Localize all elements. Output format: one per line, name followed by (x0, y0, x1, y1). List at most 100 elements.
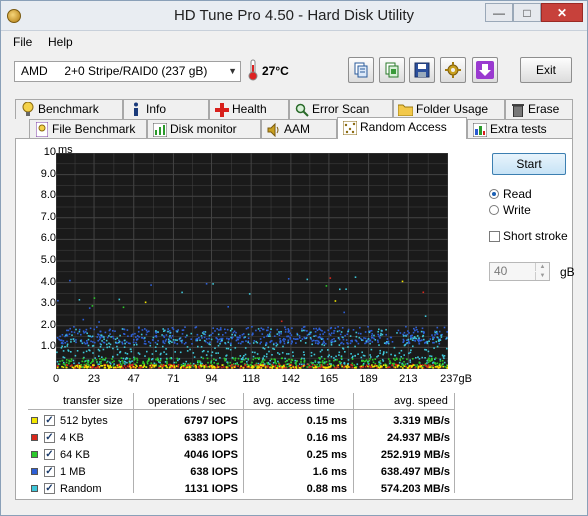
data-point (409, 351, 412, 354)
tab-error-scan[interactable]: Error Scan (289, 99, 393, 119)
short-stroke-checkbox[interactable] (489, 231, 500, 242)
short-stroke-label[interactable]: Short stroke (503, 229, 568, 243)
data-point (292, 355, 294, 357)
data-point (263, 355, 266, 357)
series-checkbox[interactable]: ✓ (44, 415, 55, 426)
data-point-outlier (91, 305, 94, 307)
minimize-button[interactable]: — (485, 3, 513, 22)
drive-select[interactable]: AMD 2+0 Stripe/RAID0 (237 gB) ▼ (14, 61, 241, 82)
data-point (252, 355, 255, 358)
exit-button[interactable]: Exit (520, 57, 572, 83)
y-axis-labels: 10 9.0 8.0 7.0 6.0 5.0 4.0 3.0 2.0 1.0 (32, 139, 56, 369)
read-label[interactable]: Read (503, 187, 532, 201)
data-point (378, 328, 380, 331)
data-point (346, 364, 349, 367)
tab-health[interactable]: Health (209, 99, 289, 119)
data-point (385, 366, 387, 369)
data-point (363, 337, 365, 339)
data-point (406, 342, 408, 344)
tab-info[interactable]: Info (123, 99, 209, 119)
data-point (287, 328, 289, 330)
spin-up-icon[interactable]: ▲ (535, 263, 549, 271)
data-point (156, 359, 159, 362)
copy-screen-button[interactable] (379, 57, 405, 83)
menu-file[interactable]: File (13, 35, 32, 49)
data-point (440, 334, 442, 337)
title-bar[interactable]: HD Tune Pro 4.50 - Hard Disk Utility — □… (1, 1, 587, 31)
data-point (299, 367, 302, 369)
data-point (144, 328, 146, 330)
data-point (236, 336, 238, 339)
data-point-outlier (343, 311, 345, 314)
tab-aam[interactable]: AAM (261, 119, 337, 139)
menu-help[interactable]: Help (48, 35, 73, 49)
maximize-button[interactable]: □ (513, 3, 541, 22)
data-point (422, 335, 424, 338)
data-point (104, 357, 107, 359)
series-checkbox[interactable]: ✓ (44, 483, 55, 494)
data-point (92, 341, 94, 343)
close-button[interactable]: ✕ (541, 3, 583, 22)
data-point (169, 357, 172, 360)
write-label[interactable]: Write (503, 203, 531, 217)
data-point (231, 328, 233, 330)
data-point (231, 367, 233, 369)
tab-random-access[interactable]: Random Access (337, 117, 467, 139)
save-button[interactable] (409, 57, 435, 83)
series-checkbox[interactable]: ✓ (44, 449, 55, 460)
options-button[interactable] (440, 57, 466, 83)
data-point (389, 360, 391, 362)
data-point (97, 363, 99, 366)
data-point (333, 330, 336, 332)
data-point (317, 340, 320, 342)
data-point (114, 366, 117, 369)
download-button[interactable] (472, 57, 498, 83)
data-point (106, 361, 108, 364)
data-point (126, 361, 128, 364)
data-point (57, 365, 59, 367)
y-tick-label: 9.0 (40, 167, 56, 180)
tab-benchmark[interactable]: Benchmark (15, 99, 123, 119)
data-point (318, 341, 321, 344)
data-point (150, 366, 153, 369)
tab-erase[interactable]: Erase (505, 99, 573, 119)
data-point (369, 340, 371, 342)
write-radio[interactable] (489, 205, 499, 215)
data-point (69, 365, 72, 367)
series-checkbox[interactable]: ✓ (44, 432, 55, 443)
data-point (446, 366, 448, 369)
data-point (385, 351, 388, 354)
data-point (138, 353, 141, 355)
series-checkbox[interactable]: ✓ (44, 466, 55, 477)
data-point (417, 356, 419, 358)
data-point (135, 364, 137, 367)
data-point (432, 362, 434, 364)
tab-file-benchmark[interactable]: File Benchmark (29, 119, 147, 139)
data-point (267, 326, 269, 329)
tab-disk-monitor[interactable]: Disk monitor (147, 119, 261, 139)
data-point (181, 341, 183, 344)
tab-folder-usage[interactable]: Folder Usage (393, 99, 505, 119)
read-radio[interactable] (489, 189, 499, 199)
data-point (393, 346, 396, 349)
short-stroke-size-input[interactable]: 40 ▲ ▼ (489, 262, 550, 281)
y-tick-label: 10 (43, 146, 56, 158)
data-point (321, 343, 323, 346)
data-point (267, 329, 269, 332)
start-button[interactable]: Start (492, 153, 566, 175)
data-point (403, 365, 406, 367)
data-point (84, 331, 87, 333)
data-point (278, 334, 281, 336)
data-point (288, 358, 290, 361)
data-point (402, 338, 405, 341)
chevron-down-icon[interactable]: ▼ (228, 62, 237, 81)
data-point (103, 338, 105, 340)
copy-info-button[interactable] (348, 57, 374, 83)
data-point (327, 366, 329, 369)
data-point (142, 360, 144, 363)
data-point (147, 360, 149, 362)
data-point (140, 336, 143, 339)
spin-down-icon[interactable]: ▼ (535, 272, 549, 280)
data-point (162, 345, 164, 348)
tab-extra-tests[interactable]: Extra tests (467, 119, 573, 139)
